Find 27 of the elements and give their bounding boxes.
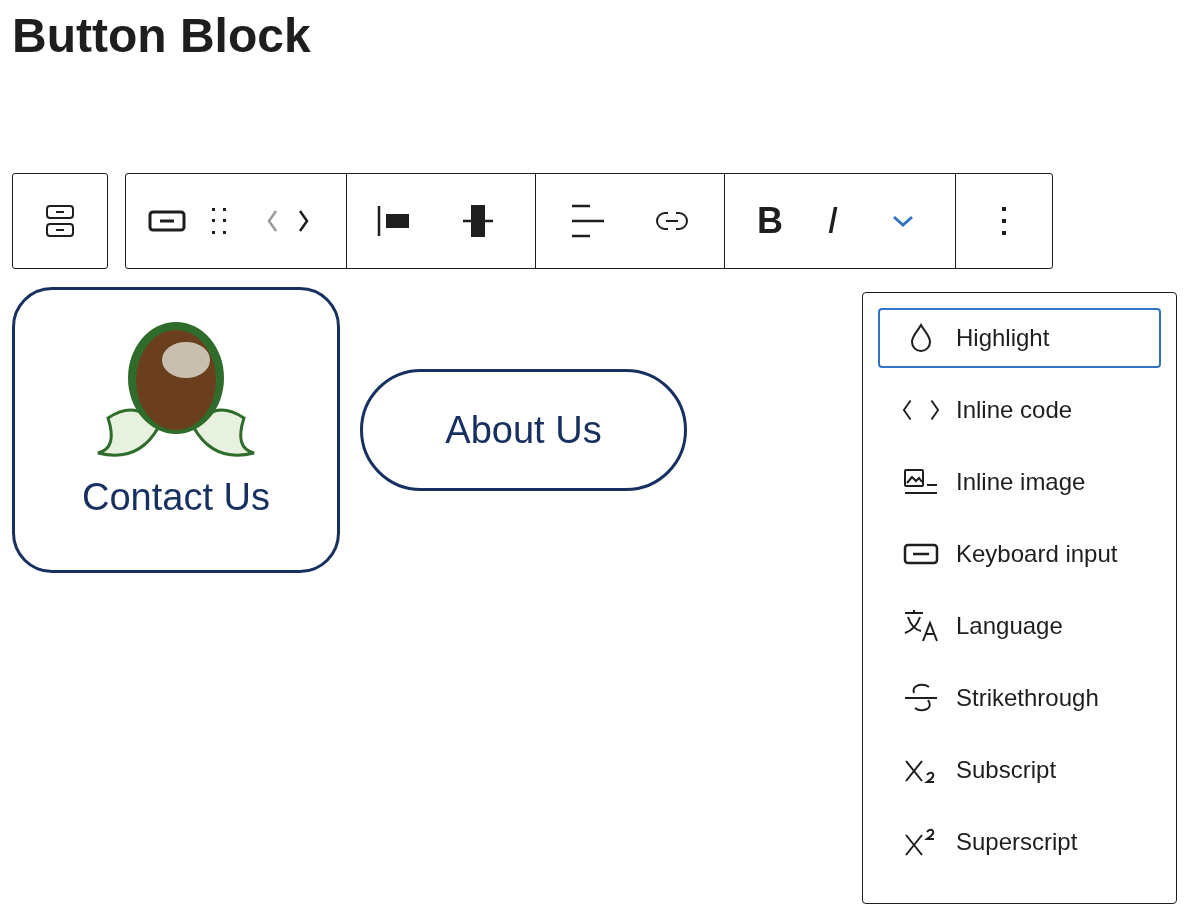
- more-options-icon: [1001, 206, 1007, 236]
- keyboard-key-icon: [902, 543, 940, 565]
- button-icon: [148, 210, 186, 232]
- format-menu-item[interactable]: Subscript: [878, 740, 1161, 800]
- translate-icon: [902, 609, 940, 643]
- stack-icon: [45, 204, 75, 238]
- angle-brackets-icon: [902, 398, 940, 422]
- picture-icon: [902, 468, 940, 496]
- justify-center-icon: [461, 204, 495, 238]
- format-menu-item[interactable]: Highlight: [878, 308, 1161, 368]
- align-left-icon: [377, 204, 411, 238]
- page-title: Button Block: [12, 8, 311, 60]
- button-block[interactable]: About Us: [360, 369, 687, 491]
- italic-button[interactable]: I: [805, 174, 861, 268]
- format-menu-item[interactable]: Inline image: [878, 452, 1161, 512]
- chevron-down-icon: [892, 215, 914, 227]
- link-icon: [654, 210, 690, 232]
- format-menu-item[interactable]: Inline code: [878, 380, 1161, 440]
- drag-handle-icon: [210, 206, 228, 236]
- strikethrough-icon: [902, 683, 940, 713]
- format-menu-item[interactable]: Keyboard input: [878, 524, 1161, 584]
- format-menu-item[interactable]: Strikethrough: [878, 668, 1161, 728]
- text-align-icon: [570, 204, 606, 238]
- format-menu-item[interactable]: Language: [878, 596, 1161, 656]
- bold-button[interactable]: B: [735, 174, 805, 268]
- image-button-block[interactable]: Contact Us: [12, 287, 340, 573]
- format-menu-item[interactable]: Superscript: [878, 812, 1161, 872]
